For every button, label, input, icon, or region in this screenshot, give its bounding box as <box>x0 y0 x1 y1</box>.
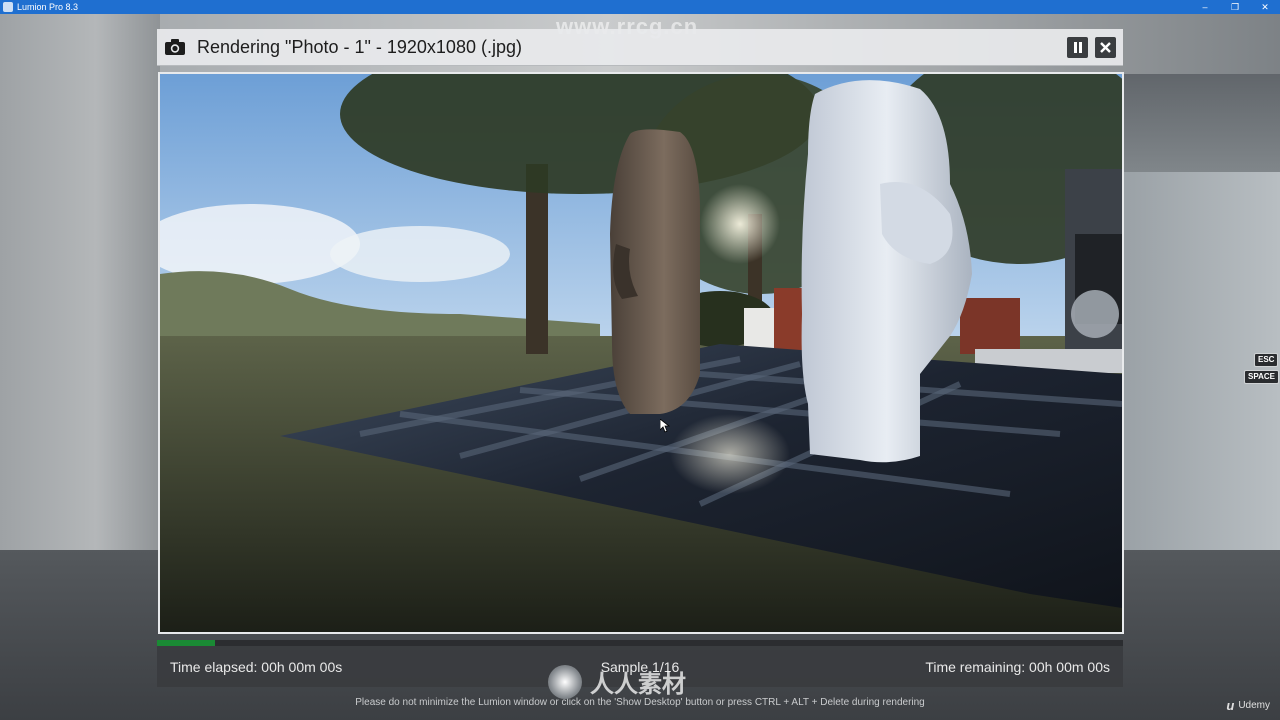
lumion-app-icon <box>3 2 13 12</box>
pause-render-button[interactable] <box>1067 36 1088 58</box>
render-preview <box>158 72 1124 634</box>
esc-key-hint[interactable]: ESC <box>1254 353 1279 367</box>
close-icon <box>1100 41 1111 53</box>
window-title: Lumion Pro 8.3 <box>17 2 79 12</box>
watermark-logo-icon <box>548 664 582 699</box>
space-key-hint[interactable]: SPACE <box>1244 370 1279 384</box>
background-right-upper <box>1122 74 1280 172</box>
camera-icon <box>165 39 185 55</box>
render-dialog-title: Rendering "Photo - 1" - 1920x1080 (.jpg) <box>197 36 522 57</box>
udemy-brand: u Udemy <box>1226 698 1270 713</box>
minimize-button[interactable]: – <box>1190 0 1220 14</box>
close-window-button[interactable]: ✕ <box>1250 0 1280 14</box>
watermark-logo-text: 人人素材 <box>590 671 686 698</box>
time-remaining: Time remaining: 00h 00m 00s <box>925 658 1110 675</box>
udemy-label: Udemy <box>1238 700 1270 711</box>
mouse-cursor-icon <box>660 419 670 433</box>
pause-icon <box>1073 41 1082 53</box>
cancel-render-button[interactable] <box>1095 36 1116 58</box>
watermark-logo: 人人素材 <box>548 664 686 699</box>
render-preview-image <box>160 74 1122 632</box>
udemy-logo-icon: u <box>1226 698 1235 713</box>
window-titlebar: Lumion Pro 8.3 – ❐ ✕ <box>0 0 1280 14</box>
restore-button[interactable]: ❐ <box>1220 0 1250 14</box>
render-dialog-header: Rendering "Photo - 1" - 1920x1080 (.jpg) <box>157 29 1123 66</box>
